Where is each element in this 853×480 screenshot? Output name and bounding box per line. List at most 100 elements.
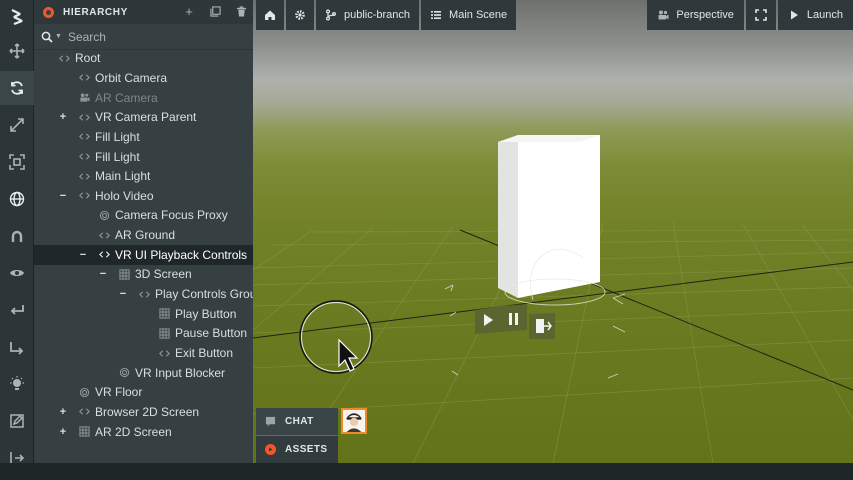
collapse-icon[interactable]: −: [118, 288, 128, 300]
tool-sidebar: [0, 0, 34, 480]
branch-button[interactable]: public-branch: [316, 0, 420, 30]
assets-tab[interactable]: ASSETS: [256, 436, 338, 463]
light-icon[interactable]: [0, 367, 34, 401]
search-input[interactable]: [67, 29, 218, 44]
hierarchy-item-label: AR Camera: [95, 90, 158, 105]
hierarchy-item[interactable]: − 3D Screen: [34, 265, 253, 285]
hierarchy-item-label: 3D Screen: [135, 267, 192, 282]
scene-render[interactable]: [253, 0, 853, 463]
hierarchy-item[interactable]: − VR UI Playback Controls: [34, 245, 253, 265]
edit-icon[interactable]: [0, 404, 34, 438]
assets-icon: [265, 444, 276, 455]
hierarchy-item[interactable]: − Play Controls Group: [34, 284, 263, 304]
rotate-icon[interactable]: [0, 71, 34, 105]
hierarchy-item-label: VR UI Playback Controls: [115, 247, 248, 262]
scale-icon[interactable]: [0, 108, 34, 142]
scene-label: Main Scene: [449, 9, 508, 21]
duplicate-icon[interactable]: [209, 4, 221, 18]
play-controls-preview[interactable]: [475, 304, 555, 339]
settings-button[interactable]: [286, 0, 314, 30]
expand-icon[interactable]: +: [58, 111, 68, 123]
collapse-icon[interactable]: −: [78, 249, 88, 261]
assets-label: ASSETS: [285, 444, 328, 455]
move-icon[interactable]: [0, 34, 34, 68]
list-icon: [431, 11, 442, 19]
grid-icon: [158, 327, 170, 339]
hierarchy-item[interactable]: Play Button: [34, 304, 253, 324]
hierarchy-item-label: Play Button: [175, 306, 237, 321]
expand-icon[interactable]: +: [58, 426, 68, 438]
magnet-icon[interactable]: [0, 219, 34, 253]
hierarchy-logo-icon: [43, 6, 54, 18]
hierarchy-item[interactable]: Orbit Camera: [34, 68, 253, 88]
hierarchy-item-label: VR Input Blocker: [135, 365, 226, 380]
expand-icon[interactable]: +: [58, 406, 68, 418]
hierarchy-header: HIERARCHY +: [34, 0, 253, 24]
hierarchy-item[interactable]: Exit Button: [34, 343, 253, 363]
viewport-toolbar-right: Perspective Launch: [647, 0, 853, 30]
code-icon: [78, 72, 90, 84]
add-entity-icon[interactable]: +: [183, 4, 195, 19]
scene-viewport[interactable]: public-branch Main Scene Perspective Lau…: [253, 0, 853, 463]
hierarchy-item-label: AR Ground: [115, 228, 176, 243]
grid-icon: [118, 268, 130, 280]
hierarchy-item[interactable]: Fill Light: [34, 147, 253, 167]
code-icon: [158, 347, 170, 359]
hierarchy-item-label: Fill Light: [95, 149, 140, 164]
hierarchy-item[interactable]: Fill Light: [34, 127, 253, 147]
hierarchy-item[interactable]: + VR Camera Parent: [34, 107, 253, 127]
hierarchy-item[interactable]: AR Ground: [34, 225, 253, 245]
code-icon: [78, 151, 90, 163]
code-icon: [98, 229, 110, 241]
collapse-icon[interactable]: −: [98, 268, 108, 280]
hierarchy-item-label: Exit Button: [175, 346, 234, 361]
code-icon: [78, 170, 90, 182]
import-icon[interactable]: [0, 293, 34, 327]
screen-box-model[interactable]: [498, 135, 600, 298]
code-icon: [98, 249, 110, 261]
code-icon: [78, 131, 90, 143]
search-options-icon[interactable]: ▼: [55, 33, 62, 40]
eye-icon[interactable]: [0, 256, 34, 290]
user-avatar[interactable]: [341, 408, 367, 434]
hierarchy-item[interactable]: − Holo Video: [34, 186, 253, 206]
grid-icon: [78, 426, 90, 438]
home-button[interactable]: [256, 0, 284, 30]
gear-icon: [295, 10, 305, 20]
resize-icon[interactable]: [0, 145, 34, 179]
hierarchy-item-label: Main Light: [95, 169, 151, 184]
perspective-button[interactable]: Perspective: [647, 0, 744, 30]
search-icon[interactable]: [41, 31, 53, 43]
code-icon: [78, 111, 90, 123]
scene-button[interactable]: Main Scene: [421, 0, 517, 30]
hierarchy-panel: HIERARCHY + ▼ Root Orbit Camera AR Camera +…: [34, 0, 263, 463]
fullscreen-button[interactable]: [745, 0, 776, 30]
hierarchy-item[interactable]: AR Camera: [34, 88, 253, 108]
hierarchy-item[interactable]: Pause Button: [34, 324, 253, 344]
hierarchy-item[interactable]: Main Light: [34, 166, 253, 186]
chat-tab[interactable]: CHAT: [256, 408, 338, 435]
collapse-icon[interactable]: −: [58, 190, 68, 202]
hierarchy-item[interactable]: VR Floor: [34, 383, 253, 403]
hierarchy-item[interactable]: + AR 2D Screen: [34, 422, 253, 442]
hierarchy-item[interactable]: VR Input Blocker: [34, 363, 253, 383]
branch-icon: [326, 9, 336, 21]
delete-icon[interactable]: [235, 4, 247, 18]
sphere-icon: [78, 386, 90, 398]
code-icon: [58, 52, 70, 64]
hierarchy-item[interactable]: Camera Focus Proxy: [34, 206, 253, 226]
hierarchy-item-label: Play Controls Group: [155, 287, 264, 302]
globe-icon[interactable]: [0, 182, 34, 216]
launch-button[interactable]: Launch: [777, 0, 853, 30]
export-icon[interactable]: [0, 330, 34, 364]
sphere-icon: [98, 209, 110, 221]
editor-app: HIERARCHY + ▼ Root Orbit Camera AR Camera +…: [0, 0, 853, 480]
hierarchy-item[interactable]: + Browser 2D Screen: [34, 402, 253, 422]
play-icon: [790, 10, 798, 20]
hierarchy-item[interactable]: Root: [34, 49, 253, 69]
hierarchy-item-label: Pause Button: [175, 326, 248, 341]
launch-label: Launch: [806, 9, 843, 21]
hierarchy-item-label: Fill Light: [95, 129, 140, 144]
hierarchy-item-label: Orbit Camera: [95, 70, 168, 85]
logo-icon[interactable]: [0, 0, 34, 34]
